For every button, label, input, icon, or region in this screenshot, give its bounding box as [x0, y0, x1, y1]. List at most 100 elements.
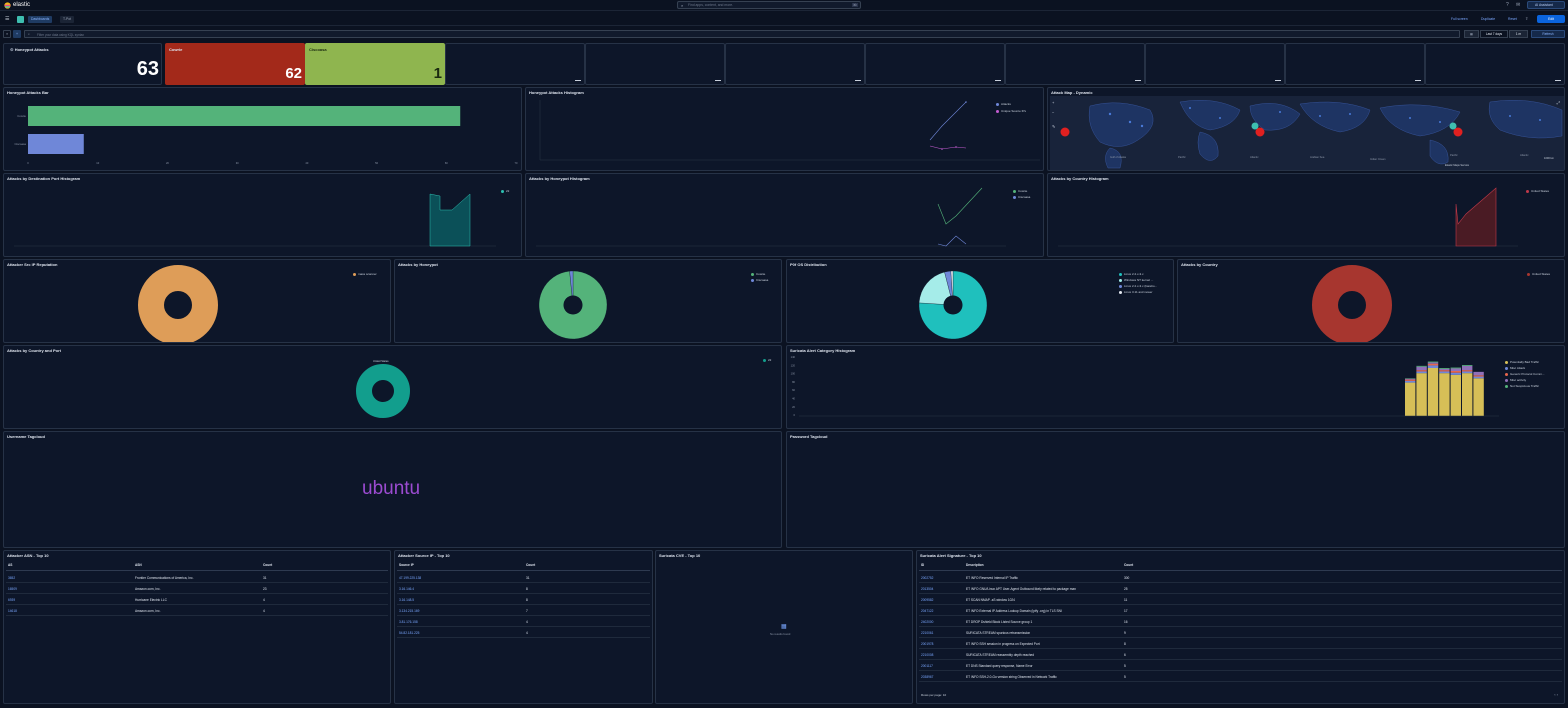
column-header[interactable]: Description: [966, 563, 984, 567]
map-canvas[interactable]: Gulf of Alaska Pacific Atlantic Arabian …: [1050, 96, 1564, 170]
stack-segment[interactable]: [1473, 371, 1484, 376]
table-cell[interactable]: 2009582: [921, 598, 933, 602]
legend-p0f-3[interactable]: Linux 3.11 and newer: [1119, 290, 1152, 294]
table-cell[interactable]: 2210008: [921, 653, 933, 657]
table-cell[interactable]: 2001978: [921, 642, 933, 646]
table-cell[interactable]: 3.134.215.169: [399, 609, 419, 613]
edit-button[interactable]: Edit: [1537, 15, 1565, 23]
bar-ciscoasa[interactable]: [28, 134, 84, 154]
stack-segment[interactable]: [1439, 373, 1450, 416]
stack-segment[interactable]: [1450, 374, 1461, 416]
table-cell[interactable]: 3.16.148.5: [399, 598, 414, 602]
stack-segment[interactable]: [1450, 367, 1461, 369]
column-header[interactable]: ID: [921, 563, 924, 567]
filter-menu-icon[interactable]: ≡: [3, 30, 11, 38]
table-cell[interactable]: 2038967: [921, 675, 933, 679]
draw-shape-icon[interactable]: ✎: [1052, 124, 1055, 129]
duplicate-button[interactable]: Duplicate: [1481, 17, 1495, 21]
legend-ciscoasa[interactable]: Ciscoasa: [1013, 195, 1030, 199]
stack-segment[interactable]: [1473, 375, 1484, 377]
refresh-button[interactable]: Refresh: [1531, 30, 1565, 38]
stack-segment[interactable]: [1416, 373, 1427, 416]
legend-item[interactable]: Not Suspicious Traffic: [1505, 384, 1539, 388]
table-cell[interactable]: 3.81.176.158: [399, 620, 418, 624]
table-cell[interactable]: 2013504: [921, 587, 933, 591]
stack-segment[interactable]: [1427, 368, 1439, 416]
stack-segment[interactable]: [1473, 378, 1484, 416]
table-cell[interactable]: 2001117: [921, 664, 933, 668]
stack-segment[interactable]: [1450, 371, 1461, 373]
menu-icon[interactable]: ☰: [5, 16, 9, 22]
stack-segment[interactable]: [1427, 361, 1439, 363]
time-interval[interactable]: 1 m: [1509, 30, 1528, 38]
ai-assistant-button[interactable]: AI Assistant: [1527, 1, 1565, 9]
space-avatar[interactable]: [17, 16, 24, 23]
legend-item[interactable]: Misc Attack: [1505, 366, 1525, 370]
global-search-input[interactable]: ⌕ Find apps, content, and more. ⌘/: [677, 1, 861, 9]
legend-p0f-2[interactable]: Linux 2.2.x-3.x (barebo...: [1119, 284, 1157, 288]
legend-p0f-0[interactable]: Linux 2.2.x-3.x: [1119, 272, 1144, 276]
breadcrumb-dashboards[interactable]: Dashboards: [28, 16, 53, 23]
share-icon[interactable]: ⇪: [1525, 16, 1528, 21]
pagination-arrows[interactable]: ‹ ›: [1554, 692, 1558, 697]
table-cell[interactable]: 47.199.225.138: [399, 576, 421, 580]
legend-p0f-1[interactable]: Windows NT kernel ...: [1119, 278, 1153, 282]
table-cell[interactable]: 14618: [8, 609, 17, 613]
stack-segment[interactable]: [1462, 365, 1473, 371]
legend-port-22[interactable]: 22: [501, 189, 509, 193]
table-cell[interactable]: 2047122: [921, 609, 933, 613]
news-icon[interactable]: ✉: [1516, 2, 1520, 8]
full-screen-button[interactable]: Full screen: [1451, 17, 1468, 21]
stack-segment[interactable]: [1416, 366, 1427, 371]
column-header[interactable]: AS: [8, 563, 12, 567]
table-cell[interactable]: 54.82.181.225: [399, 631, 419, 635]
fullscreen-map-icon[interactable]: ⤢: [1557, 100, 1560, 105]
table-cell[interactable]: 16509: [8, 587, 17, 591]
rows-per-page-select[interactable]: Rows per page: 10: [921, 693, 946, 697]
table-cell[interactable]: 2402000: [921, 620, 933, 624]
table-cell[interactable]: 6939: [8, 598, 15, 602]
column-header[interactable]: ASN: [135, 563, 142, 567]
stack-segment[interactable]: [1416, 365, 1427, 367]
legend-united-states[interactable]: United States: [1527, 272, 1550, 276]
calendar-icon[interactable]: ▦: [1464, 30, 1479, 38]
time-range-picker[interactable]: Last 7 days: [1480, 30, 1508, 38]
stack-segment[interactable]: [1439, 370, 1450, 372]
help-icon[interactable]: ?: [1506, 2, 1509, 8]
stack-segment[interactable]: [1416, 371, 1427, 374]
stack-segment[interactable]: [1416, 370, 1427, 372]
reset-button[interactable]: Reset: [1508, 17, 1517, 21]
stack-segment[interactable]: [1462, 365, 1473, 366]
column-header[interactable]: Count: [263, 563, 272, 567]
legend-united-states[interactable]: United States: [1526, 189, 1549, 193]
legend-cowrie[interactable]: Cowrie: [1013, 189, 1027, 193]
column-header[interactable]: Count: [526, 563, 535, 567]
legend-ciscoasa[interactable]: Ciscoasa: [751, 278, 768, 282]
bar-cowrie[interactable]: [28, 106, 461, 126]
zoom-out-icon[interactable]: −: [1052, 110, 1054, 115]
stack-segment[interactable]: [1427, 362, 1439, 364]
stack-segment[interactable]: [1405, 380, 1416, 383]
stack-segment[interactable]: [1450, 368, 1461, 371]
stack-segment[interactable]: [1462, 373, 1473, 416]
stack-segment[interactable]: [1462, 370, 1473, 372]
stack-segment[interactable]: [1405, 382, 1416, 416]
legend-item[interactable]: Misc activity: [1505, 378, 1526, 382]
column-header[interactable]: Count: [1124, 563, 1133, 567]
stack-segment[interactable]: [1439, 368, 1450, 371]
zoom-in-icon[interactable]: +: [1052, 100, 1054, 105]
elastic-logo-icon[interactable]: [4, 2, 11, 9]
legend-port-22[interactable]: 22: [763, 358, 771, 362]
table-cell[interactable]: 2002752: [921, 576, 933, 580]
table-cell[interactable]: 3652: [8, 576, 15, 580]
kql-query-input[interactable]: ⌕ Filter your data using KQL syntax: [24, 30, 1460, 38]
table-cell[interactable]: 2210061: [921, 631, 933, 635]
stack-segment[interactable]: [1450, 372, 1461, 375]
add-filter-icon[interactable]: +: [13, 30, 21, 38]
legend-item[interactable]: Potentially Bad Traffic: [1505, 360, 1539, 364]
column-header[interactable]: Source IP: [399, 563, 414, 567]
legend-attacks[interactable]: Attacks: [996, 102, 1011, 106]
stack-segment[interactable]: [1439, 368, 1450, 369]
stack-segment[interactable]: [1462, 371, 1473, 374]
tag-ubuntu[interactable]: ubuntu: [362, 478, 420, 500]
